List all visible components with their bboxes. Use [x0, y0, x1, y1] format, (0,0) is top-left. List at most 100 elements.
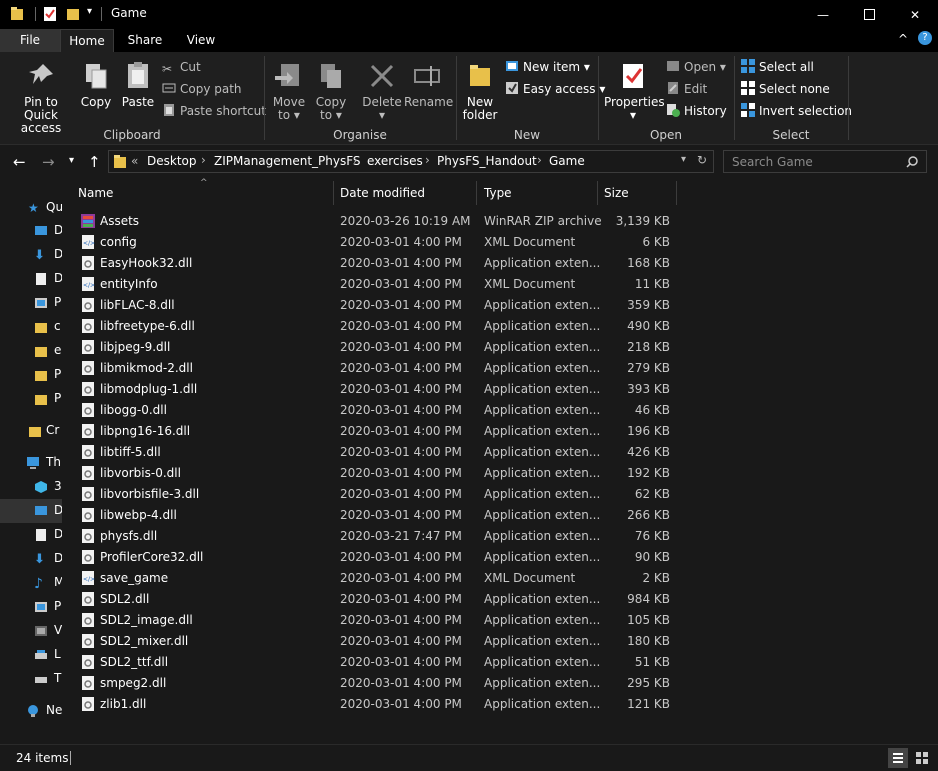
search-icon[interactable]: [906, 156, 918, 168]
collapse-ribbon-icon[interactable]: ^: [898, 32, 908, 46]
breadcrumb-game[interactable]: Game: [549, 154, 585, 168]
breadcrumb-overflow[interactable]: «: [131, 154, 138, 168]
open-button[interactable]: Open ▾: [666, 58, 726, 76]
tab-view[interactable]: View: [176, 29, 226, 52]
breadcrumb-exercises[interactable]: exercises: [367, 154, 423, 168]
nav-pictures[interactable]: P: [0, 291, 62, 315]
file-row[interactable]: EasyHook32.dll 2020-03-01 4:00 PM Applicat…: [76, 253, 676, 274]
file-row[interactable]: </> save_game 2020-03-01 4:00 PM XML Docume…: [76, 568, 676, 589]
nav-folder[interactable]: P: [0, 387, 62, 411]
file-row[interactable]: libvorbis-0.dll 2020-03-01 4:00 PM Applica…: [76, 463, 676, 484]
breadcrumb-chevron-icon[interactable]: ›: [201, 153, 206, 167]
nav-network[interactable]: Ne: [0, 699, 62, 723]
file-row[interactable]: Assets 2020-03-26 10:19 AM WinRAR ZIP arch…: [76, 211, 676, 232]
column-divider[interactable]: [333, 181, 334, 205]
breadcrumb-chevron-icon[interactable]: ›: [353, 153, 358, 167]
nav-pictures-pc[interactable]: P: [0, 595, 62, 619]
move-to-button[interactable]: Move to ▾: [270, 60, 308, 122]
file-row[interactable]: zlib1.dll 2020-03-01 4:00 PM Application e…: [76, 694, 676, 715]
breadcrumb-zipmanagement[interactable]: ZIPManagement_PhysFS: [214, 154, 361, 168]
breadcrumb-physfs-handout[interactable]: PhysFS_Handout: [437, 154, 537, 168]
nav-music[interactable]: ♪ M: [0, 571, 62, 595]
address-bar[interactable]: « Desktop › ZIPManagement_PhysFS › exerc…: [108, 150, 714, 173]
new-item-button[interactable]: New item ▾: [505, 58, 590, 76]
file-row[interactable]: </> entityInfo 2020-03-01 4:00 PM XML Docum…: [76, 274, 676, 295]
minimize-button[interactable]: —: [800, 0, 846, 29]
tab-file[interactable]: File: [0, 29, 60, 52]
edit-button[interactable]: Edit: [666, 80, 707, 98]
file-row[interactable]: libwebp-4.dll 2020-03-01 4:00 PM Applicati…: [76, 505, 676, 526]
history-button[interactable]: History: [666, 102, 727, 120]
column-header-date[interactable]: Date modified: [340, 178, 476, 208]
search-box[interactable]: Search Game: [723, 150, 927, 173]
address-dropdown-icon[interactable]: ▾: [681, 154, 686, 165]
nav-desktop-pc[interactable]: D: [0, 499, 62, 523]
column-divider[interactable]: [676, 181, 677, 205]
nav-documents-pc[interactable]: D: [0, 523, 62, 547]
copy-path-button[interactable]: Copy path: [162, 80, 242, 98]
close-button[interactable]: ✕: [892, 0, 938, 29]
file-row[interactable]: SDL2_ttf.dll 2020-03-01 4:00 PM Applicatio…: [76, 652, 676, 673]
nav-this-pc[interactable]: Th: [0, 451, 62, 475]
file-row[interactable]: libogg-0.dll 2020-03-01 4:00 PM Applicatio…: [76, 400, 676, 421]
nav-documents[interactable]: D: [0, 267, 62, 291]
nav-folder[interactable]: c: [0, 315, 62, 339]
file-row[interactable]: </> config 2020-03-01 4:00 PM XML Document 6…: [76, 232, 676, 253]
paste-button[interactable]: Paste: [120, 60, 156, 109]
properties-button[interactable]: Properties ▾: [604, 60, 665, 122]
delete-button[interactable]: Delete ▾: [362, 60, 402, 122]
cut-button[interactable]: ✂ Cut: [162, 58, 201, 76]
select-all-button[interactable]: Select all: [741, 58, 814, 76]
breadcrumb-chevron-icon[interactable]: ›: [537, 153, 542, 167]
nav-local-disk[interactable]: L: [0, 643, 62, 667]
nav-desktop[interactable]: D: [0, 219, 62, 243]
new-folder-button[interactable]: New folder: [460, 60, 500, 122]
column-divider[interactable]: [476, 181, 477, 205]
breadcrumb-desktop[interactable]: Desktop: [147, 154, 197, 168]
new-folder-quick-icon[interactable]: [66, 6, 80, 22]
easy-access-button[interactable]: Easy access ▾: [505, 80, 605, 98]
rename-button[interactable]: Rename: [404, 60, 453, 109]
column-header-name[interactable]: Name: [78, 178, 332, 208]
nav-folder[interactable]: e: [0, 339, 62, 363]
column-divider[interactable]: [597, 181, 598, 205]
file-row[interactable]: SDL2_mixer.dll 2020-03-01 4:00 PM Applicat…: [76, 631, 676, 652]
quick-access-dropdown-icon[interactable]: ▾: [87, 6, 92, 17]
column-header-size[interactable]: Size: [604, 178, 676, 208]
file-row[interactable]: libfreetype-6.dll 2020-03-01 4:00 PM Appli…: [76, 316, 676, 337]
help-icon[interactable]: ?: [918, 31, 932, 45]
file-row[interactable]: libvorbisfile-3.dll 2020-03-01 4:00 PM App…: [76, 484, 676, 505]
file-row[interactable]: libpng16-16.dll 2020-03-01 4:00 PM Applica…: [76, 421, 676, 442]
file-row[interactable]: libtiff-5.dll 2020-03-01 4:00 PM Applicati…: [76, 442, 676, 463]
recent-locations-chevron-icon[interactable]: ▾: [69, 155, 74, 166]
file-row[interactable]: libFLAC-8.dll 2020-03-01 4:00 PM Applicati…: [76, 295, 676, 316]
file-row[interactable]: libmodplug-1.dll 2020-03-01 4:00 PM Applic…: [76, 379, 676, 400]
tab-home[interactable]: Home: [60, 29, 114, 52]
maximize-button[interactable]: [846, 0, 892, 29]
up-arrow-icon[interactable]: ↑: [88, 153, 101, 171]
nav-downloads-pc[interactable]: ⬇ D: [0, 547, 62, 571]
nav-videos[interactable]: V: [0, 619, 62, 643]
nav-downloads[interactable]: ⬇ D: [0, 243, 62, 267]
pin-to-quick-access-button[interactable]: Pin to Quick access: [6, 60, 76, 135]
file-row[interactable]: SDL2.dll 2020-03-01 4:00 PM Application ex…: [76, 589, 676, 610]
nav-drive[interactable]: T: [0, 667, 62, 691]
file-row[interactable]: smpeg2.dll 2020-03-01 4:00 PM Application …: [76, 673, 676, 694]
file-row[interactable]: ProfilerCore32.dll 2020-03-01 4:00 PM Appl…: [76, 547, 676, 568]
forward-arrow-icon[interactable]: →: [42, 153, 55, 171]
file-row[interactable]: SDL2_image.dll 2020-03-01 4:00 PM Applicat…: [76, 610, 676, 631]
tab-share[interactable]: Share: [118, 29, 172, 52]
back-arrow-icon[interactable]: ←: [13, 153, 26, 171]
folder-app-icon[interactable]: [10, 6, 24, 22]
nav-creative-cloud[interactable]: Cr: [0, 419, 62, 443]
select-none-button[interactable]: Select none: [741, 80, 830, 98]
file-row[interactable]: physfs.dll 2020-03-21 7:47 PM Application …: [76, 526, 676, 547]
large-icons-view-button[interactable]: [912, 748, 932, 768]
copy-button[interactable]: Copy: [78, 60, 114, 109]
nav-folder[interactable]: P: [0, 363, 62, 387]
file-row[interactable]: libmikmod-2.dll 2020-03-01 4:00 PM Applica…: [76, 358, 676, 379]
file-row[interactable]: libjpeg-9.dll 2020-03-01 4:00 PM Applicati…: [76, 337, 676, 358]
nav-quick-access[interactable]: ★ Qu: [0, 196, 62, 220]
properties-quick-icon[interactable]: [43, 6, 57, 22]
copy-to-button[interactable]: Copy to ▾: [312, 60, 350, 122]
